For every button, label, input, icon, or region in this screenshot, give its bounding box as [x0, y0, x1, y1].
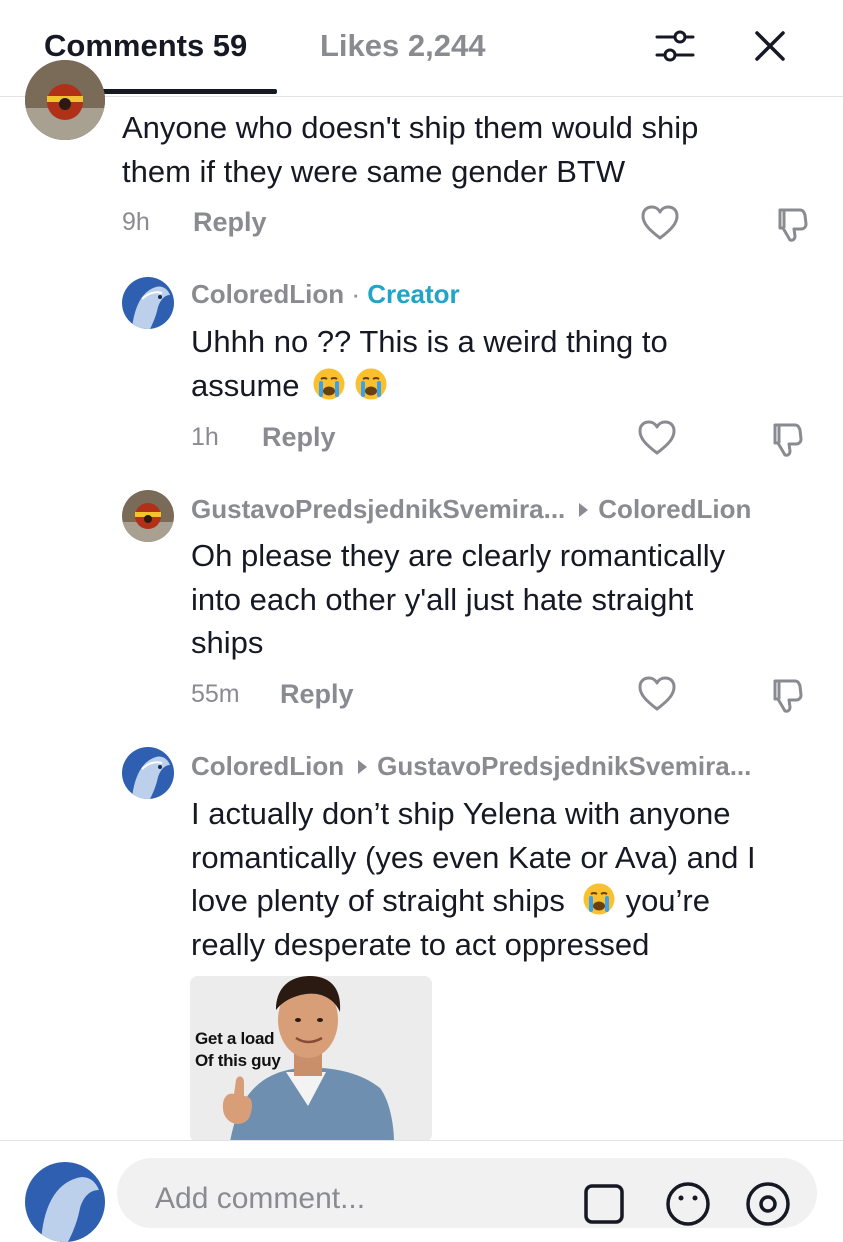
- reply-arrow-icon: [579, 503, 589, 518]
- image-icon[interactable]: [582, 1182, 626, 1226]
- gif-caption: Get a load Of this guy: [195, 1029, 281, 1070]
- heart-icon[interactable]: [637, 675, 677, 713]
- reply-button[interactable]: Reply: [262, 422, 336, 453]
- comment-time: 1h: [191, 423, 219, 451]
- crying-emoji-icon: [355, 368, 387, 399]
- comments-header: Comments 59 Likes 2,244: [0, 0, 843, 97]
- heart-icon[interactable]: [640, 204, 680, 242]
- heart-icon[interactable]: [637, 419, 677, 457]
- creator-badge: Creator: [367, 279, 460, 309]
- dislike-icon[interactable]: [772, 204, 812, 244]
- current-user-avatar[interactable]: [25, 1162, 105, 1242]
- comment-text: I actually don’t ship Yelena with anyone…: [191, 796, 756, 962]
- reply-button[interactable]: Reply: [280, 679, 354, 710]
- avatar-coloredlion[interactable]: [122, 277, 174, 329]
- emoji-icon[interactable]: [664, 1180, 712, 1228]
- tab-likes[interactable]: Likes 2,244: [320, 28, 485, 64]
- tab-comments[interactable]: Comments 59: [44, 28, 247, 64]
- filter-icon[interactable]: [653, 24, 697, 68]
- comment-username[interactable]: ColoredLion GustavoPredsjednikSvemira...: [191, 751, 751, 782]
- reply-to-username[interactable]: GustavoPredsjednikSvemira...: [377, 751, 751, 781]
- comment-text: Anyone who doesn't ship them would ship …: [122, 110, 699, 189]
- reply-button[interactable]: Reply: [193, 207, 267, 238]
- dislike-icon[interactable]: [767, 675, 807, 715]
- dislike-icon[interactable]: [767, 419, 807, 459]
- crying-emoji-icon: [313, 368, 345, 399]
- avatar-gustavo[interactable]: [25, 60, 105, 140]
- avatar-coloredlion[interactable]: [122, 747, 174, 799]
- comment-input-placeholder: Add comment...: [155, 1182, 366, 1215]
- reply-to-username[interactable]: ColoredLion: [598, 494, 751, 524]
- comment-text: Uhhh no ?? This is a weird thing to assu…: [191, 324, 668, 403]
- crying-emoji-icon: [583, 883, 615, 915]
- comment-text: Oh please they are clearly romantically …: [191, 538, 726, 660]
- avatar-gustavo[interactable]: [122, 490, 174, 542]
- reply-arrow-icon: [358, 760, 368, 775]
- comment-username[interactable]: ColoredLion · Creator: [191, 279, 460, 310]
- comment-username[interactable]: GustavoPredsjednikSvemira... ColoredLion: [191, 494, 751, 525]
- comment-time: 55m: [191, 680, 240, 708]
- close-icon[interactable]: [748, 24, 792, 68]
- mention-icon[interactable]: [744, 1180, 792, 1228]
- comment-time: 9h: [122, 208, 150, 236]
- gif-attachment[interactable]: Get a load Of this guy: [190, 976, 432, 1142]
